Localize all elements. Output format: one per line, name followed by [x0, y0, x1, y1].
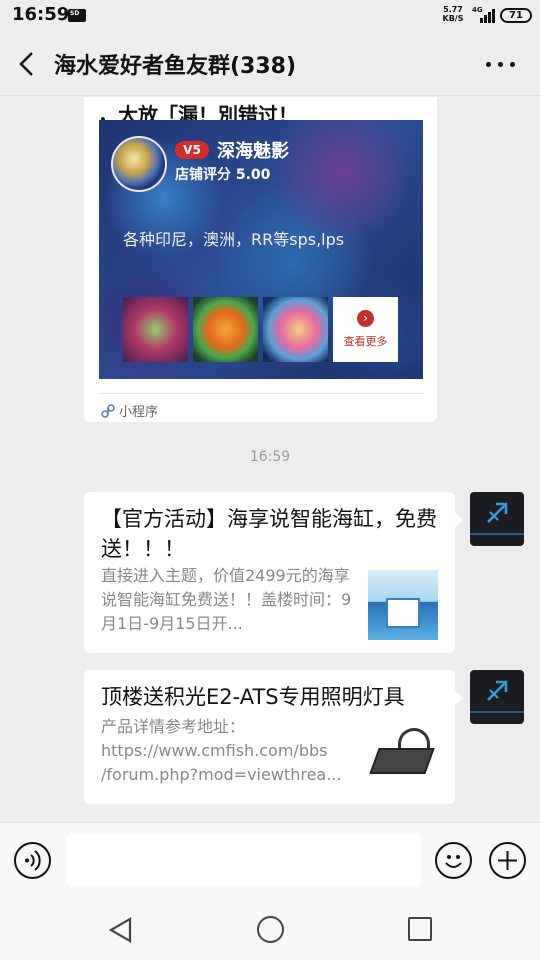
coral-thumbnail	[263, 297, 328, 362]
shop-description: 各种印尼，澳洲，RR等sps,lps	[123, 230, 345, 249]
nav-recent-apps-icon[interactable]	[408, 917, 432, 941]
sd-card-icon: SD	[68, 9, 86, 22]
mini-program-icon	[101, 403, 115, 418]
coral-thumbnail	[123, 297, 188, 362]
plus-icon[interactable]	[489, 842, 526, 879]
nav-home-icon[interactable]	[257, 916, 284, 943]
link-card-title: 顶楼送积光E2-ATS专用照明灯具	[101, 685, 405, 709]
nav-back-icon[interactable]	[108, 916, 134, 944]
system-nav-bar	[0, 900, 540, 960]
link-card-description-line: /forum.php?mod=viewthrea...	[101, 765, 342, 784]
bubble-arrow	[454, 690, 463, 706]
sender-avatar[interactable]	[470, 670, 524, 724]
more-icon[interactable]	[484, 58, 518, 70]
network-speed-value: 5.77	[443, 5, 463, 14]
bubble-arrow	[454, 512, 463, 528]
emoji-icon[interactable]	[435, 842, 472, 879]
back-icon[interactable]	[16, 50, 40, 78]
link-card-thumbnail	[368, 722, 438, 792]
link-card[interactable]: 顶楼送积光E2-ATS专用照明灯具 产品详情参考地址： https://www.…	[84, 670, 463, 804]
mini-program-card[interactable]: ，大放「漏！別错过！ V5 深海魅影 店铺评分 5.00 各种印尼，澳洲，RR等…	[84, 97, 437, 422]
link-card-description: 直接进入主题，价值2499元的海享说智能海缸免费送！！盖楼时间：9月1日-9月1…	[101, 566, 352, 633]
message-input[interactable]	[66, 833, 421, 887]
network-type: 4G	[472, 6, 483, 14]
sender-avatar[interactable]	[470, 492, 524, 546]
voice-icon[interactable]	[14, 842, 51, 879]
shop-rating: 店铺评分 5.00	[175, 167, 271, 183]
shop-banner: V5 深海魅影 店铺评分 5.00 各种印尼，澳洲，RR等sps,lps › 查…	[99, 120, 423, 379]
link-card-thumbnail	[368, 570, 438, 640]
network-speed: 5.77 KB/S	[440, 5, 466, 23]
link-card-description: 产品详情参考地址： https://www.cmfish.com/bbs /fo…	[101, 715, 357, 787]
sd-card-label: SD	[70, 10, 80, 17]
mini-program-label: 小程序	[119, 405, 159, 420]
shop-name: 深海魅影	[217, 141, 289, 162]
shop-level-badge: V5	[175, 141, 209, 159]
link-card-description-line: https://www.cmfish.com/bbs	[101, 741, 328, 760]
input-bar	[0, 822, 540, 900]
message-list[interactable]: ，大放「漏！別错过！ V5 深海魅影 店铺评分 5.00 各种印尼，澳洲，RR等…	[0, 97, 540, 822]
see-more-label: 查看更多	[343, 335, 388, 348]
battery-icon: 71	[500, 8, 532, 23]
chevron-right-icon: ›	[357, 310, 374, 327]
message-timestamp: 16:59	[249, 449, 291, 465]
link-card[interactable]: 【官方活动】海享说智能海缸，免费送！！！ 直接进入主题，价值2499元的海享说智…	[84, 492, 463, 653]
coral-thumbnail	[193, 297, 258, 362]
link-card-description-line: 产品详情参考地址：	[101, 717, 246, 736]
see-more-button[interactable]: › 查看更多	[333, 297, 398, 362]
signal-icon: 4G	[472, 6, 496, 23]
link-card-title: 【官方活动】海享说智能海缸，免费送！！！	[101, 507, 437, 561]
status-bar: 16:59 SD 5.77 KB/S 4G 71	[0, 0, 540, 32]
shop-avatar	[111, 136, 167, 192]
status-time: 16:59	[12, 4, 70, 25]
network-speed-unit: KB/S	[442, 14, 464, 23]
chat-header: 海水爱好者鱼友群(338)	[0, 32, 540, 96]
divider	[99, 393, 423, 394]
chat-title: 海水爱好者鱼友群(338)	[54, 54, 297, 79]
